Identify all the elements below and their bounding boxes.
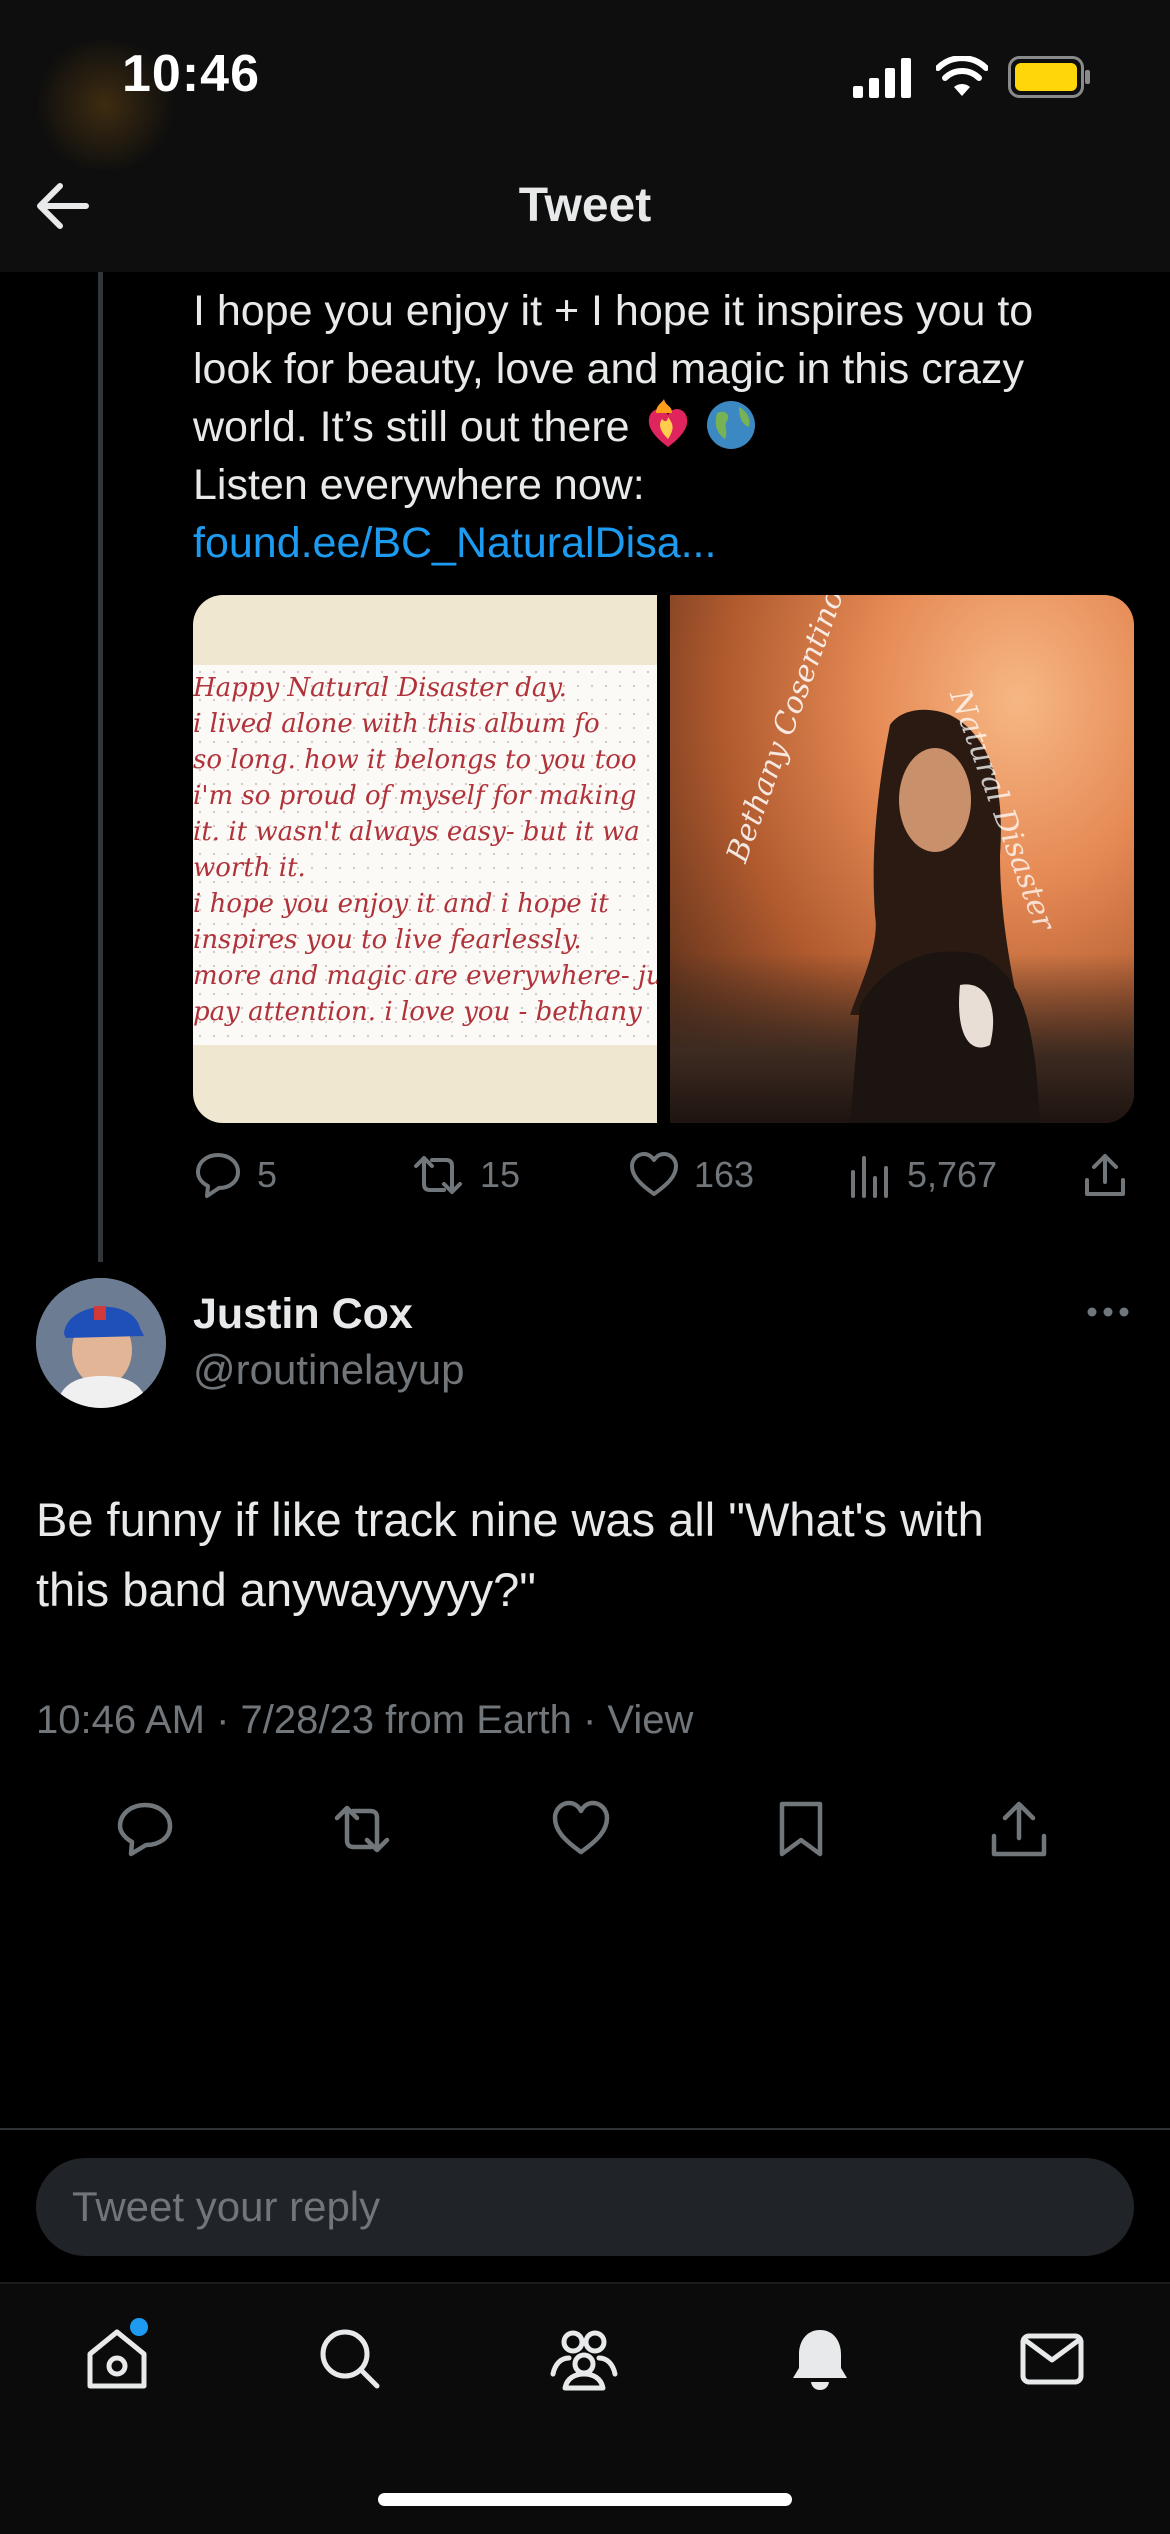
views-count: 5,767 [907,1154,998,1195]
share-icon[interactable] [988,1798,1050,1860]
album-cover-image[interactable]: Bethany Cosentino Natural Disaster [670,595,1134,1123]
views-chart-icon [851,1156,888,1198]
reply-icon [196,1153,240,1198]
messages-icon [1020,2333,1084,2385]
view-link[interactable]: View [607,1698,693,1742]
note-line: more and magic are everywhere- just [193,961,657,991]
retweet-action[interactable]: 15 [410,1150,520,1200]
retweet-icon [414,1156,462,1194]
tweet-body-line: Be funny if like track nine was all "Wha… [36,1493,984,1546]
author-handle[interactable]: @routinelayup [193,1346,464,1394]
reply-input[interactable] [36,2158,1134,2256]
reply-count: 5 [257,1154,278,1195]
tweet-body-line: this band anywayyyyy?" [36,1563,536,1616]
parent-tweet-line: look for beauty, love and magic in this … [193,345,1024,393]
tab-messages[interactable] [1017,2324,1087,2394]
tweet-timestamp: 10:46 AM · 7/28/23 from Earth · [36,1698,608,1742]
note-line: i hope you enjoy it and i hope it [193,889,609,919]
page-title: Tweet [518,179,652,232]
reply-action[interactable]: 5 [193,1150,277,1200]
tab-notifications[interactable] [785,2324,855,2394]
retweet-count: 15 [480,1154,521,1195]
tab-home[interactable] [82,2318,152,2394]
handwritten-note-image[interactable]: Happy Natural Disaster day. i lived alon… [193,595,657,1123]
parent-tweet-line: world. It’s still out there [193,398,1113,456]
bookmark-icon[interactable] [770,1798,832,1860]
tab-communities[interactable] [549,2324,619,2394]
home-notification-dot [130,2318,148,2336]
tweet-meta: 10:46 AM · 7/28/23 from Earth · View [36,1698,693,1743]
avatar[interactable] [36,1278,166,1408]
like-heart-icon [630,1152,678,1196]
parent-tweet-line: I hope you enjoy it + I hope it inspires… [193,287,1034,335]
cellular-signal-icon [853,58,911,98]
share-icon[interactable] [1082,1150,1128,1200]
retweet-icon[interactable] [331,1798,393,1860]
thread-connector [98,272,103,1262]
like-heart-icon[interactable] [550,1798,612,1860]
more-options-icon[interactable] [1086,1302,1130,1322]
reply-icon[interactable] [114,1798,176,1860]
note-line: i lived alone with this album fo [193,709,600,739]
note-line: pay attention. i love you - bethany [193,997,642,1027]
battery-icon [1008,56,1090,98]
author-name[interactable]: Justin Cox [193,1290,413,1339]
communities-icon [550,2330,618,2391]
tab-search[interactable] [315,2324,385,2394]
reply-composer [0,2128,1170,2282]
views-action[interactable]: 5,767 [847,1150,997,1200]
like-count: 163 [694,1154,755,1195]
note-line: Happy Natural Disaster day. [193,673,567,703]
status-time: 10:46 [122,45,260,103]
notifications-icon [793,2330,847,2390]
note-line: so long. how it belongs to you too [193,745,637,775]
wifi-icon [936,56,988,96]
search-icon [320,2329,380,2389]
avatar-portrait [36,1278,166,1408]
parent-tweet-line-text: world. It’s still out there [193,403,630,451]
album-link[interactable]: found.ee/BC_NaturalDisa... [193,514,1113,572]
parent-tweet-text: I hope you enjoy it + I hope it inspires… [193,282,1113,572]
tweet-body: Be funny if like track nine was all "Wha… [36,1485,1136,1625]
home-indicator[interactable] [378,2493,792,2506]
note-paper: Happy Natural Disaster day. i lived alon… [193,665,657,1045]
tweet-media[interactable]: Happy Natural Disaster day. i lived alon… [193,595,1134,1123]
note-line: worth it. [193,853,306,883]
heart-on-fire-icon [648,399,687,447]
globe-icon [707,401,756,449]
like-action[interactable]: 163 [628,1150,754,1200]
parent-tweet-line: Listen everywhere now: [193,461,645,509]
note-line: inspires you to live fearlessly. [193,925,582,955]
note-line: it. it wasn't always easy- but it wa [193,817,640,847]
note-line: i'm so proud of myself for making [193,781,637,811]
